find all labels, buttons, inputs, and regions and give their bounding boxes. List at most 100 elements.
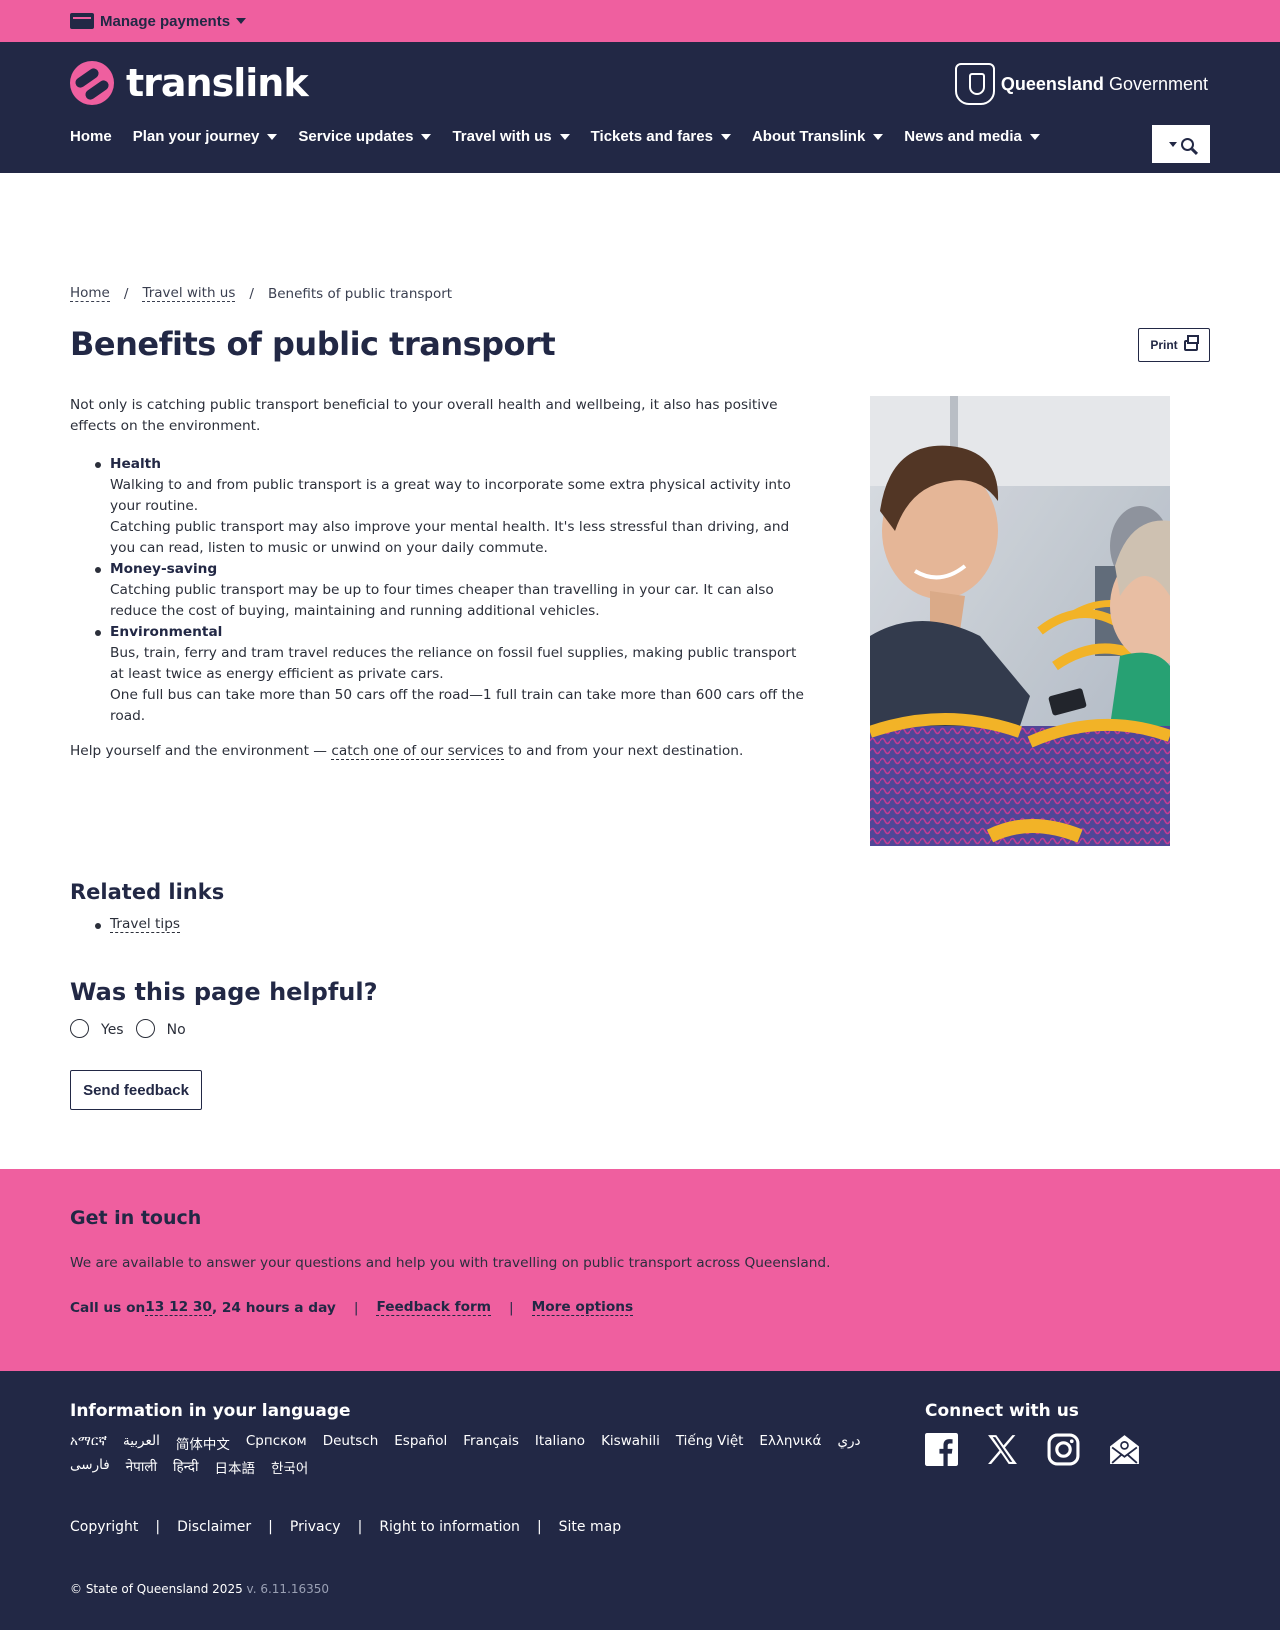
breadcrumb-travel-with-us[interactable]: Travel with us xyxy=(142,285,236,302)
chevron-down-icon xyxy=(720,133,731,140)
intro-paragraph: Not only is catching public transport be… xyxy=(70,397,778,434)
site-map-link[interactable]: Site map xyxy=(559,1519,621,1535)
chevron-down-icon xyxy=(559,133,570,140)
email-icon[interactable] xyxy=(1108,1433,1141,1466)
nav-plan-your-journey[interactable]: Plan your journey xyxy=(133,128,278,145)
language-link[interactable]: 简体中文 xyxy=(176,1433,230,1453)
x-icon[interactable] xyxy=(986,1433,1019,1466)
separator: | xyxy=(536,1519,542,1535)
manage-payments-menu[interactable]: Manage payments xyxy=(70,13,247,30)
language-link[interactable]: नेपाली xyxy=(126,1457,157,1477)
connect-heading: Connect with us xyxy=(925,1401,1079,1421)
translink-logo[interactable]: translink xyxy=(70,61,309,105)
copyright-text: © State of Queensland 2025 xyxy=(70,1582,243,1596)
nav-travel-with-us[interactable]: Travel with us xyxy=(452,128,570,145)
benefit-heading: Environmental xyxy=(110,624,223,640)
language-link[interactable]: Español xyxy=(394,1433,447,1453)
language-link[interactable]: Српском xyxy=(246,1433,307,1453)
credit-card-icon xyxy=(70,13,94,29)
send-feedback-button[interactable]: Send feedback xyxy=(70,1070,202,1110)
search-icon xyxy=(1180,137,1194,151)
copyright-notice: © State of Queensland 2025 v. 6.11.16350 xyxy=(70,1582,329,1596)
nav-service-updates[interactable]: Service updates xyxy=(298,128,432,145)
benefit-heading: Health xyxy=(110,456,161,472)
benefits-list: Health Walking to and from public transp… xyxy=(95,454,810,727)
print-button[interactable]: Print xyxy=(1138,328,1210,362)
breadcrumb-separator: / xyxy=(249,285,254,302)
closing-paragraph: Help yourself and the environment — catc… xyxy=(70,743,744,760)
print-label: Print xyxy=(1150,338,1178,352)
nav-tickets-and-fares[interactable]: Tickets and fares xyxy=(591,128,731,145)
brand-name: translink xyxy=(126,61,309,105)
nav-about-translink[interactable]: About Translink xyxy=(752,128,884,145)
benefit-item: Environmental Bus, train, ferry and tram… xyxy=(95,622,810,727)
chevron-down-icon xyxy=(873,133,884,140)
privacy-link[interactable]: Privacy xyxy=(290,1519,341,1535)
benefit-item: Money-saving Catching public transport m… xyxy=(95,559,810,622)
language-link[interactable]: فارسی xyxy=(70,1457,110,1477)
related-links-list: Travel tips xyxy=(94,916,181,933)
site-footer: Information in your language አማርኛ العربي… xyxy=(0,1371,1280,1630)
call-us-suffix: , 24 hours a day xyxy=(211,1299,336,1316)
language-link[interactable]: 한국어 xyxy=(271,1457,308,1477)
language-link[interactable]: हिन्दी xyxy=(173,1457,199,1477)
more-options-link[interactable]: More options xyxy=(531,1299,634,1316)
separator: | xyxy=(268,1519,273,1535)
translink-logo-icon xyxy=(70,61,114,105)
site-header: translink Queensland Government Home Pla… xyxy=(0,42,1280,173)
separator: | xyxy=(353,1299,359,1316)
language-link[interactable]: Tiếng Việt xyxy=(676,1433,744,1453)
disclaimer-link[interactable]: Disclaimer xyxy=(177,1519,251,1535)
breadcrumb-separator: / xyxy=(123,285,129,302)
phone-link[interactable]: 13 12 30 xyxy=(145,1299,212,1316)
social-links xyxy=(925,1433,1141,1466)
chevron-down-icon xyxy=(1168,141,1177,147)
passengers-photo xyxy=(870,396,1170,846)
benefit-item: Health Walking to and from public transp… xyxy=(95,454,810,559)
facebook-icon[interactable] xyxy=(925,1433,958,1466)
separator: | xyxy=(357,1519,363,1535)
coat-of-arms-icon xyxy=(954,63,995,105)
benefit-text: Walking to and from public transport is … xyxy=(110,477,791,514)
get-in-touch-heading: Get in touch xyxy=(70,1207,202,1229)
helpful-options: Yes No xyxy=(70,1019,198,1038)
instagram-icon[interactable] xyxy=(1047,1433,1080,1466)
chevron-down-icon xyxy=(236,18,247,24)
queensland-government-logo[interactable]: Queensland Government xyxy=(954,63,1208,105)
language-link[interactable]: العربية xyxy=(123,1433,160,1453)
language-link[interactable]: Kiswahili xyxy=(601,1433,660,1453)
language-link[interactable]: አማርኛ xyxy=(70,1433,107,1453)
language-links: አማርኛ العربية 简体中文 Српском Deutsch Españo… xyxy=(70,1433,890,1477)
breadcrumb-home[interactable]: Home xyxy=(70,285,110,302)
no-label[interactable]: No xyxy=(167,1022,186,1038)
top-bar: Manage payments xyxy=(0,0,1280,42)
yes-label[interactable]: Yes xyxy=(101,1022,124,1038)
language-heading: Information in your language xyxy=(70,1401,351,1421)
travel-tips-link[interactable]: Travel tips xyxy=(110,916,181,933)
language-link[interactable]: 日本語 xyxy=(214,1457,255,1477)
language-link[interactable]: Italiano xyxy=(535,1433,585,1453)
related-links-heading: Related links xyxy=(70,880,225,904)
catch-services-link[interactable]: catch one of our services xyxy=(331,743,504,760)
printer-icon xyxy=(1183,334,1199,351)
language-link[interactable]: Ελληνικά xyxy=(759,1433,821,1453)
language-link[interactable]: Deutsch xyxy=(323,1433,379,1453)
nav-news-and-media[interactable]: News and media xyxy=(904,128,1040,145)
nav-home[interactable]: Home xyxy=(70,128,112,145)
language-link[interactable]: Français xyxy=(463,1433,519,1453)
contact-links: Call us on 13 12 30 , 24 hours a day | F… xyxy=(70,1299,634,1316)
feedback-form-link[interactable]: Feedback form xyxy=(376,1299,491,1316)
right-to-information-link[interactable]: Right to information xyxy=(379,1519,520,1535)
chevron-down-icon xyxy=(421,133,432,140)
separator: | xyxy=(155,1519,161,1535)
get-in-touch-text: We are available to answer your question… xyxy=(70,1255,831,1271)
legal-links: Copyright | Disclaimer | Privacy | Right… xyxy=(70,1519,621,1535)
copyright-link[interactable]: Copyright xyxy=(70,1519,138,1535)
breadcrumb: Home / Travel with us / Benefits of publ… xyxy=(70,285,452,302)
no-radio[interactable] xyxy=(135,1019,155,1038)
yes-radio[interactable] xyxy=(70,1019,89,1038)
separator: | xyxy=(508,1299,514,1316)
call-us-prefix: Call us on xyxy=(70,1299,146,1316)
language-link[interactable]: دري xyxy=(837,1433,860,1453)
search-button[interactable] xyxy=(1152,125,1210,163)
